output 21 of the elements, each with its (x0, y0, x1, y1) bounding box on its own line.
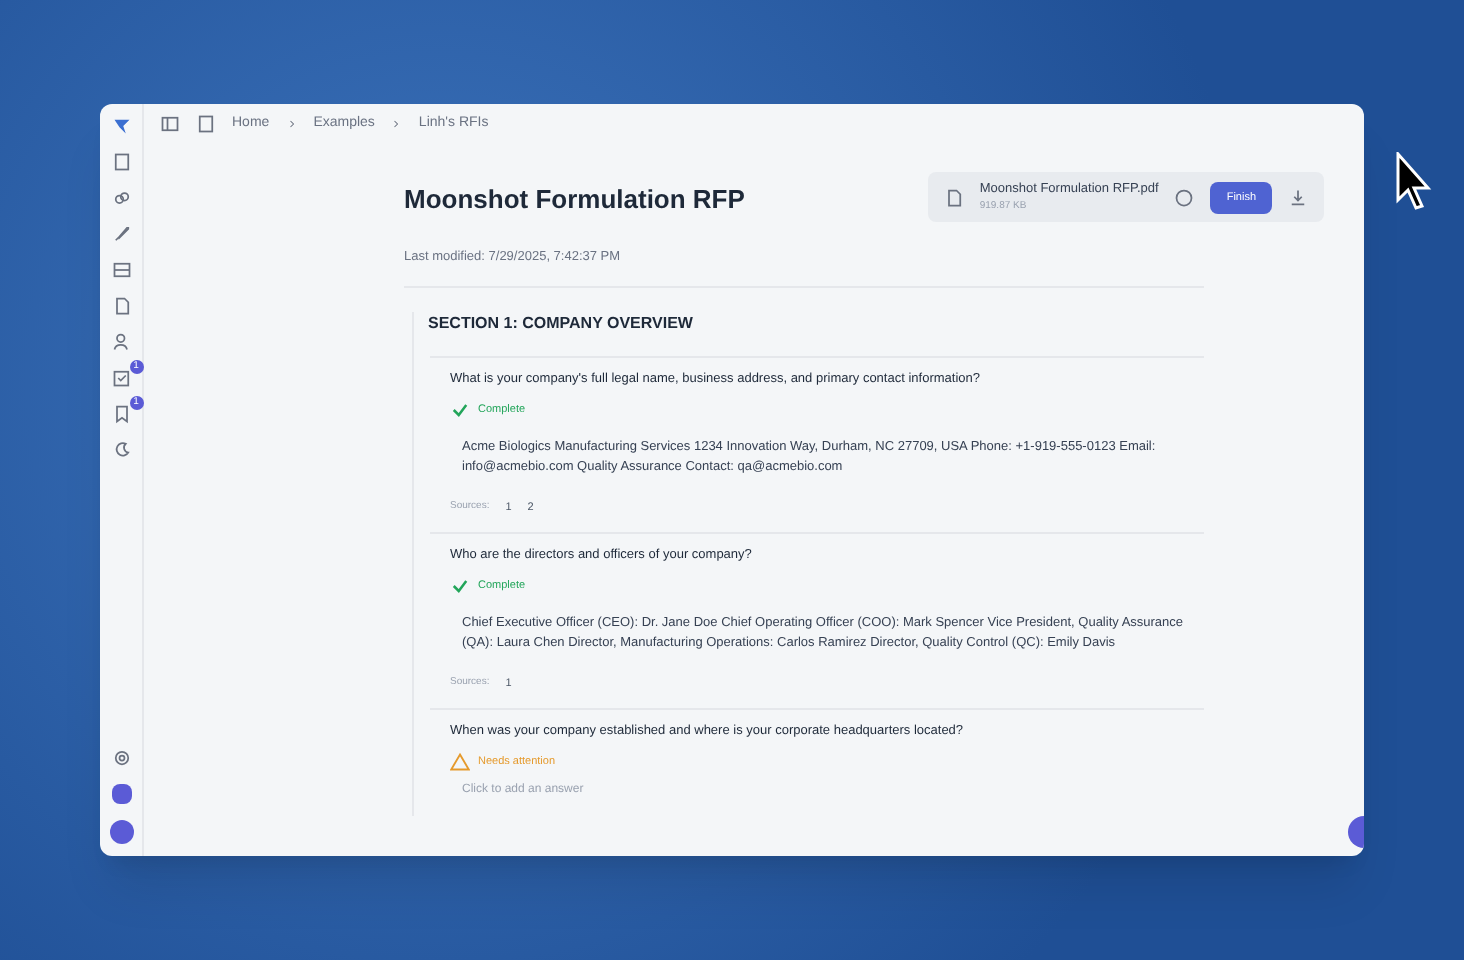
section-title: SECTION 1: COMPANY OVERVIEW (428, 312, 695, 337)
settings-icon[interactable] (111, 748, 131, 768)
checklist-icon[interactable] (111, 368, 131, 388)
link-icon[interactable] (111, 188, 131, 208)
avatar-icon[interactable] (109, 820, 133, 844)
warning-icon (450, 752, 470, 772)
inbox-icon[interactable] (111, 260, 131, 280)
download-icon[interactable] (1288, 187, 1308, 208)
check-icon (450, 576, 470, 596)
file-icon (943, 187, 964, 208)
check-icon (450, 400, 470, 420)
mouse-pointer-icon (1396, 152, 1432, 212)
sidebar-toggle-icon[interactable] (160, 114, 180, 134)
chevron-right-icon (390, 118, 403, 130)
user-icon[interactable] (111, 332, 131, 352)
document-icon[interactable] (111, 296, 131, 316)
chevron-right-icon (285, 118, 298, 130)
logo-icon[interactable] (111, 116, 131, 136)
bookmark-icon[interactable] (111, 404, 131, 424)
document-title: Moonshot Formulation RFP (404, 182, 745, 218)
moon-icon[interactable] (111, 440, 131, 460)
